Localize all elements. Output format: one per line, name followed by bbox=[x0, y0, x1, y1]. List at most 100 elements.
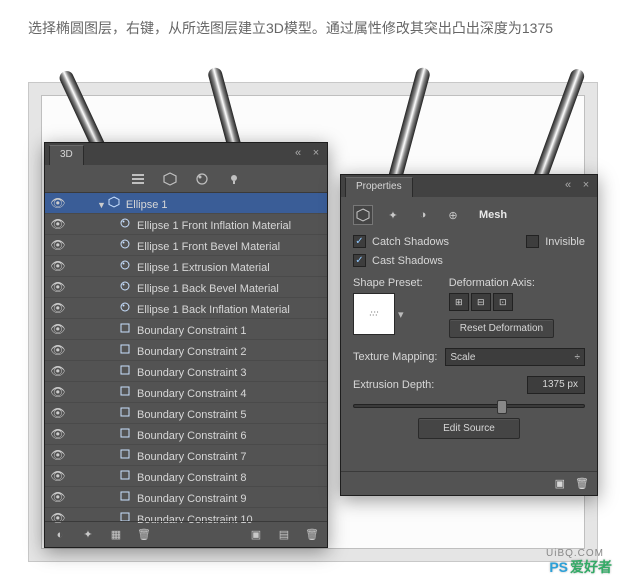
panel-properties: Properties « × ✦ ◑ ⊕ Mesh Catch Shadows … bbox=[340, 174, 598, 496]
tree-row[interactable]: 👁Boundary Constraint 4 bbox=[45, 382, 327, 403]
mat-icon bbox=[117, 237, 133, 251]
tree-item-label: Boundary Constraint 3 bbox=[137, 367, 246, 379]
tab-3d[interactable]: 3D bbox=[49, 145, 84, 165]
visibility-eye-icon[interactable]: 👁 bbox=[49, 217, 67, 231]
mesh-mode-icon[interactable] bbox=[353, 205, 373, 225]
tree-item-label: Boundary Constraint 7 bbox=[137, 451, 246, 463]
render-settings-icon[interactable]: ▣ bbox=[555, 477, 565, 490]
close-icon[interactable]: × bbox=[309, 146, 323, 160]
tree-item-label: Boundary Constraint 2 bbox=[137, 346, 246, 358]
new-light-icon[interactable]: ✦ bbox=[80, 527, 96, 543]
visibility-eye-icon[interactable]: 👁 bbox=[49, 385, 67, 399]
visibility-eye-icon[interactable]: 👁 bbox=[49, 343, 67, 357]
cube-icon bbox=[106, 195, 122, 209]
tab-properties[interactable]: Properties bbox=[345, 177, 413, 197]
reset-deformation-button[interactable]: Reset Deformation bbox=[449, 319, 554, 338]
close-icon[interactable]: × bbox=[579, 178, 593, 192]
collapse-icon[interactable]: « bbox=[291, 146, 305, 160]
tree-row[interactable]: 👁 Boundary Constraint 2 bbox=[45, 340, 327, 361]
3d-layer-tree[interactable]: 👁 ▼ Ellipse 1 👁Ellipse 1 Front Inflation Ma… bbox=[45, 193, 327, 523]
bc-icon bbox=[117, 489, 133, 503]
bc-icon bbox=[117, 321, 133, 335]
panel-3d: 3D « × 👁 ▼ Ellipse 1 👁Ellipse 1 Front Infla… bbox=[44, 142, 328, 548]
tree-item-label: Boundary Constraint 5 bbox=[137, 409, 246, 421]
environment-icon[interactable]: ◐ bbox=[52, 527, 68, 543]
catch-shadows-label: Catch Shadows bbox=[372, 236, 449, 248]
tree-item-label: Ellipse 1 bbox=[126, 199, 168, 211]
visibility-eye-icon[interactable]: 👁 bbox=[49, 238, 67, 252]
new-icon[interactable]: ▤ bbox=[276, 527, 292, 543]
extrusion-depth-slider[interactable] bbox=[353, 404, 585, 408]
visibility-eye-icon[interactable]: 👁 bbox=[49, 364, 67, 378]
extrusion-depth-field[interactable]: 1375 px bbox=[527, 376, 585, 394]
visibility-eye-icon[interactable]: 👁 bbox=[49, 301, 67, 315]
3d-rod bbox=[387, 66, 432, 186]
new-mesh-icon[interactable]: ▦ bbox=[108, 527, 124, 543]
tree-row[interactable]: 👁Ellipse 1 Front Inflation Material bbox=[45, 214, 327, 235]
watermark-logo: PS爱好者 bbox=[549, 557, 612, 577]
tree-item-label: Boundary Constraint 8 bbox=[137, 472, 246, 484]
tree-item-label: Boundary Constraint 1 bbox=[137, 325, 246, 337]
catch-shadows-checkbox[interactable] bbox=[353, 235, 366, 248]
tree-row[interactable]: 👁 Boundary Constraint 3 bbox=[45, 361, 327, 382]
tree-row[interactable]: 👁Ellipse 1 Back Inflation Material bbox=[45, 298, 327, 319]
3d-filter-toolbar bbox=[45, 165, 327, 193]
tree-row[interactable]: 👁 Boundary Constraint 1 bbox=[45, 319, 327, 340]
mat-icon bbox=[117, 258, 133, 272]
panel-tabs: 3D « × bbox=[45, 143, 327, 165]
bc-icon bbox=[117, 363, 133, 377]
filter-lights-icon[interactable] bbox=[225, 170, 243, 188]
tree-row[interactable]: 👁 Boundary Constraint 8 bbox=[45, 466, 327, 487]
trash-icon[interactable]: 🗑 bbox=[575, 477, 589, 490]
mat-icon bbox=[117, 300, 133, 314]
collapse-icon[interactable]: « bbox=[561, 178, 575, 192]
panel-tabs: Properties « × bbox=[341, 175, 597, 197]
deformation-axis-label: Deformation Axis: bbox=[449, 277, 554, 289]
render-icon[interactable]: ▣ bbox=[248, 527, 264, 543]
tree-item-label: Boundary Constraint 6 bbox=[137, 430, 246, 442]
invisible-label: Invisible bbox=[545, 236, 585, 248]
coords-mode-icon[interactable]: ⊕ bbox=[443, 205, 463, 225]
cast-shadows-checkbox[interactable] bbox=[353, 254, 366, 267]
visibility-eye-icon[interactable]: 👁 bbox=[49, 322, 67, 336]
visibility-eye-icon[interactable]: 👁 bbox=[49, 490, 67, 504]
shape-preset-thumbnail[interactable]: ∴∵ bbox=[353, 293, 395, 335]
tree-row[interactable]: 👁Boundary Constraint 9 bbox=[45, 487, 327, 508]
visibility-eye-icon[interactable]: 👁 bbox=[49, 196, 67, 210]
edit-source-button[interactable]: Edit Source bbox=[418, 418, 520, 439]
mat-icon bbox=[117, 279, 133, 293]
def-axis-z[interactable]: ⊡ bbox=[493, 293, 513, 311]
bc-icon bbox=[117, 384, 133, 398]
tree-row[interactable]: 👁Ellipse 1 Extrusion Material bbox=[45, 256, 327, 277]
visibility-eye-icon[interactable]: 👁 bbox=[49, 469, 67, 483]
twisty-icon[interactable]: ▼ bbox=[97, 200, 106, 210]
instruction-text: 选择椭圆图层，右键，从所选图层建立3D模型。通过属性修改其突出凸出深度为1375 bbox=[0, 0, 626, 56]
tree-row[interactable]: 👁 Boundary Constraint 7 bbox=[45, 445, 327, 466]
tree-row[interactable]: 👁 Boundary Constraint 6 bbox=[45, 424, 327, 445]
visibility-eye-icon[interactable]: 👁 bbox=[49, 406, 67, 420]
trash-icon[interactable]: 🗑 bbox=[304, 527, 320, 543]
deform-mode-icon[interactable]: ✦ bbox=[383, 205, 403, 225]
tree-row[interactable]: 👁 ▼ Ellipse 1 bbox=[45, 193, 327, 214]
invisible-checkbox[interactable] bbox=[526, 235, 539, 248]
texture-mapping-select[interactable]: Scale÷ bbox=[445, 348, 585, 366]
filter-materials-icon[interactable] bbox=[193, 170, 211, 188]
tree-row[interactable]: 👁Ellipse 1 Back Bevel Material bbox=[45, 277, 327, 298]
slider-knob[interactable] bbox=[497, 400, 507, 414]
cast-shadows-label: Cast Shadows bbox=[372, 255, 443, 267]
preset-dropdown-icon[interactable]: ▾ bbox=[398, 308, 404, 321]
bc-icon bbox=[117, 342, 133, 356]
tree-row[interactable]: 👁 Boundary Constraint 5 bbox=[45, 403, 327, 424]
3d-rod bbox=[532, 67, 586, 185]
visibility-eye-icon[interactable]: 👁 bbox=[49, 448, 67, 462]
filter-scene-icon[interactable] bbox=[129, 170, 147, 188]
visibility-eye-icon[interactable]: 👁 bbox=[49, 280, 67, 294]
filter-meshes-icon[interactable] bbox=[161, 170, 179, 188]
def-axis-y[interactable]: ⊟ bbox=[471, 293, 491, 311]
tree-row[interactable]: 👁Ellipse 1 Front Bevel Material bbox=[45, 235, 327, 256]
visibility-eye-icon[interactable]: 👁 bbox=[49, 259, 67, 273]
visibility-eye-icon[interactable]: 👁 bbox=[49, 427, 67, 441]
cap-mode-icon[interactable]: ◑ bbox=[413, 205, 433, 225]
def-axis-x[interactable]: ⊞ bbox=[449, 293, 469, 311]
delete-icon[interactable]: 🗑 bbox=[136, 527, 152, 543]
